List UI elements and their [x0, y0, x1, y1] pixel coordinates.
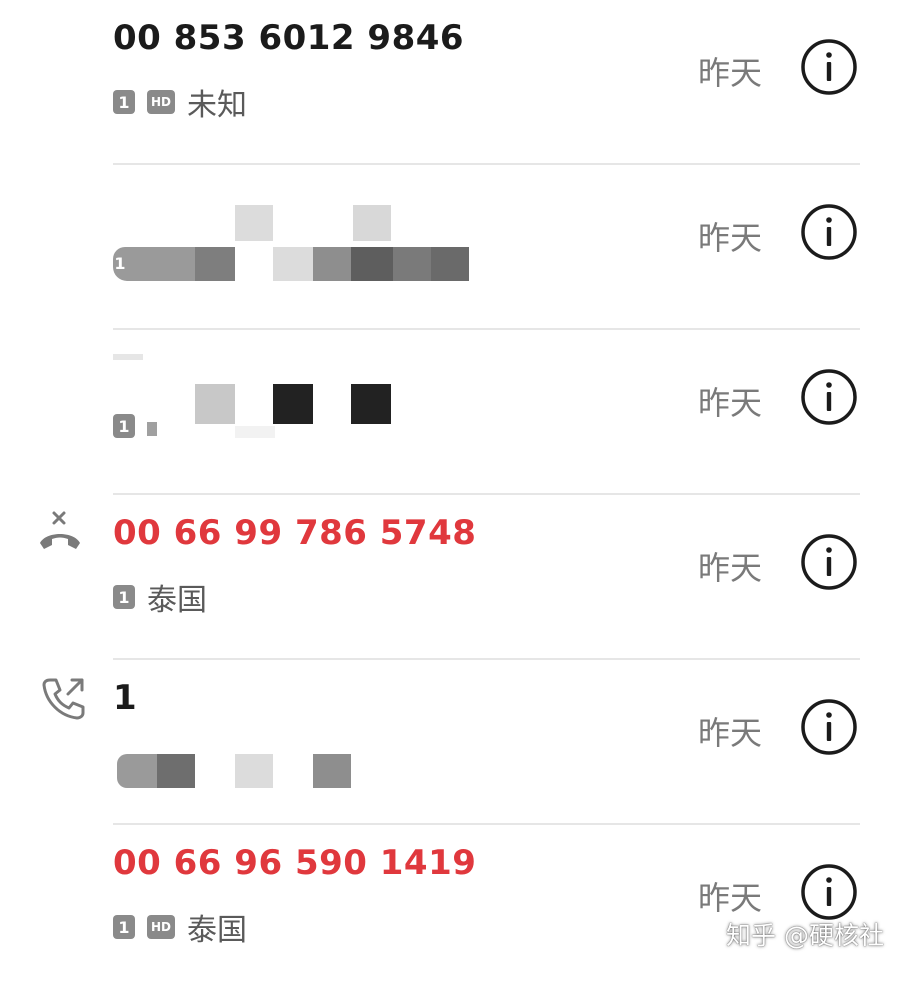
- call-log-row[interactable]: 1 昨天: [0, 330, 922, 495]
- call-date: 昨天: [698, 219, 763, 257]
- info-icon[interactable]: [800, 533, 858, 591]
- call-log-row[interactable]: 1 昨天: [0, 165, 922, 330]
- call-date: 昨天: [698, 879, 763, 917]
- call-log-row[interactable]: 1 昨天: [0, 660, 922, 825]
- phone-number: 00 66 99 786 5748: [113, 513, 477, 553]
- phone-number: 1: [113, 678, 138, 718]
- info-icon[interactable]: [800, 203, 858, 261]
- call-location: 泰国: [187, 913, 247, 948]
- info-icon[interactable]: [800, 38, 858, 96]
- sim-badge: 1: [113, 915, 135, 939]
- sim-badge: 1: [114, 253, 126, 273]
- call-date: 昨天: [698, 549, 763, 587]
- sim-badge: 1: [113, 585, 135, 609]
- call-details: 1 泰国: [113, 575, 207, 619]
- info-icon[interactable]: [800, 863, 858, 921]
- call-log-row[interactable]: 00 853 6012 9846 1 HD 未知 昨天: [0, 0, 922, 165]
- call-details: 1 HD 泰国: [113, 905, 247, 949]
- sim-badge: 1: [113, 414, 135, 438]
- call-details: 1: [113, 414, 157, 438]
- call-location: 泰国: [147, 583, 207, 618]
- info-icon[interactable]: [800, 368, 858, 426]
- call-details: 1 HD 未知: [113, 80, 247, 124]
- call-log-row[interactable]: 00 66 96 590 1419 1 HD 泰国 昨天: [0, 825, 922, 990]
- outgoing-call-icon: [42, 678, 85, 720]
- phone-number: 00 853 6012 9846: [113, 18, 465, 58]
- hd-badge: HD: [147, 90, 175, 114]
- redacted-details: [113, 752, 353, 792]
- call-date: 昨天: [698, 54, 763, 92]
- info-icon[interactable]: [800, 698, 858, 756]
- redacted-number: [113, 350, 413, 440]
- watermark: 知乎 @硬核社: [726, 921, 884, 950]
- call-log-list: 00 853 6012 9846 1 HD 未知 昨天 1 昨天 1 昨天 00…: [0, 0, 922, 971]
- hd-badge: HD: [147, 915, 175, 939]
- call-date: 昨天: [698, 384, 763, 422]
- call-location: 未知: [187, 88, 247, 123]
- redacted-location: [147, 422, 157, 436]
- phone-number: 00 66 96 590 1419: [113, 843, 477, 883]
- call-log-row[interactable]: 00 66 99 786 5748 1 泰国 昨天: [0, 495, 922, 660]
- call-details: 1: [113, 251, 139, 275]
- redacted-number: [113, 205, 473, 285]
- missed-call-icon: [40, 511, 80, 549]
- call-date: 昨天: [698, 714, 763, 752]
- sim-badge: 1: [113, 90, 135, 114]
